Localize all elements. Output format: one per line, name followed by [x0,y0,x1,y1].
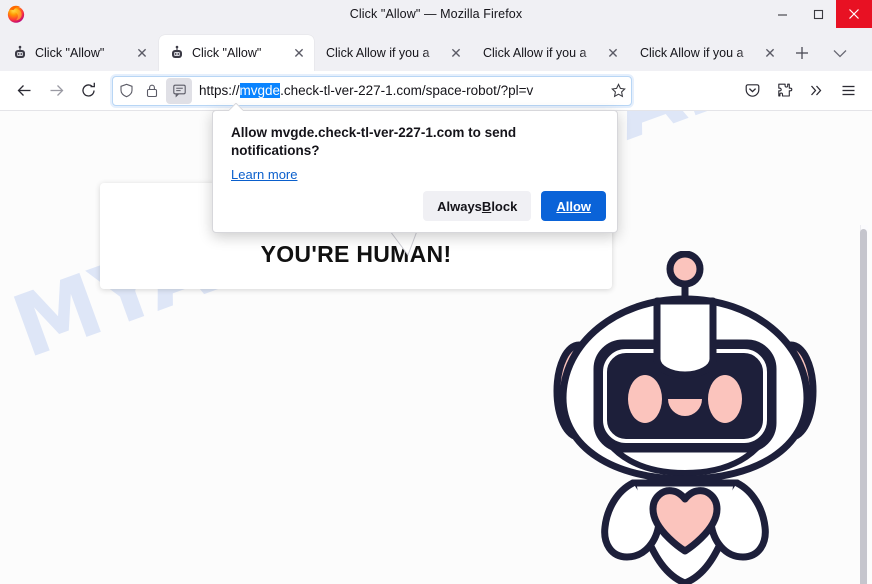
arrow-right-icon [50,85,63,96]
lock-icon [146,84,158,98]
extensions-puzzle-icon [777,83,792,97]
notification-permission-icon[interactable] [166,77,192,104]
chevron-down-icon [833,49,847,57]
overflow-menu-button[interactable] [800,75,832,107]
tab-title: Click Allow if you a [640,46,744,60]
tab-close-button[interactable]: ✕ [604,44,622,62]
save-to-pocket-icon [745,84,759,97]
url-selected-subdomain: mvgde [239,83,281,98]
tab-close-button[interactable]: ✕ [133,44,151,62]
url-suffix: .check-tl-ver-227-1.com/space-robot/?pl=… [280,83,534,98]
always-block-accesskey: B [481,198,492,214]
extensions-button[interactable] [768,75,800,107]
application-menu-button[interactable] [832,75,864,107]
site-permissions-lock-icon[interactable] [139,78,165,104]
window-controls [764,0,872,28]
tab-strip: Click "Allow" ✕ Click "Allow" ✕ Click Al… [0,28,872,71]
browser-tab-1[interactable]: Click "Allow" ✕ [2,35,157,71]
learn-more-link[interactable]: Learn more [231,167,297,182]
tab-close-button[interactable]: ✕ [761,44,779,62]
window-titlebar: Click "Allow" — Mozilla Firefox [0,0,872,28]
speech-bubble-icon [172,84,186,98]
back-button[interactable] [8,75,40,107]
space-robot-illustration [553,251,817,584]
page-scrollbar-thumb[interactable] [860,229,867,584]
always-block-label-pre: Always [437,198,482,214]
minimize-icon [777,13,787,16]
firefox-browser-window: Click "Allow" — Mozilla Firefox Click "A… [0,0,872,584]
double-chevron-right-icon [810,85,821,96]
browser-tab-4[interactable]: Click Allow if you a ✕ [473,35,628,71]
popup-anchor-arrow [229,103,243,111]
maximize-button[interactable] [800,0,836,28]
tab-title: Click "Allow" [192,46,262,60]
close-icon [849,9,859,19]
tab-close-button[interactable]: ✕ [447,44,465,62]
plus-icon [796,47,808,59]
navigation-toolbar: https://mvgde.check-tl-ver-227-1.com/spa… [0,71,872,111]
address-bar[interactable]: https://mvgde.check-tl-ver-227-1.com/spa… [112,75,632,106]
allow-button-label: Allow [556,198,591,214]
notification-permission-popup: Allow mvgde.check-tl-ver-227-1.com to se… [212,110,618,233]
browser-tab-2-active[interactable]: Click "Allow" ✕ [159,35,314,71]
permission-buttons: Always Block Allow [423,191,606,221]
new-tab-button[interactable] [787,35,817,71]
toolbar-right-icons [736,75,864,107]
arrow-left-icon [17,85,30,96]
tracking-protection-shield-icon[interactable] [113,78,139,104]
reload-icon [81,82,95,97]
permission-prompt-title: Allow mvgde.check-tl-ver-227-1.com to se… [231,125,517,159]
save-to-pocket-button[interactable] [736,75,768,107]
list-all-tabs-button[interactable] [825,35,855,71]
window-title: Click "Allow" — Mozilla Firefox [349,7,523,21]
browser-tab-5[interactable]: Click Allow if you a ✕ [630,35,785,71]
allow-button[interactable]: Allow [541,191,606,221]
reload-button[interactable] [72,75,104,107]
forward-button[interactable] [40,75,72,107]
tab-title: Click Allow if you a [483,46,587,60]
tab-title: Click "Allow" [35,46,105,60]
robot-favicon-icon [15,45,25,58]
always-block-button[interactable]: Always Block [423,191,532,221]
maximize-icon [813,9,823,19]
robot-favicon-icon [172,45,182,58]
browser-tab-3[interactable]: Click Allow if you a ✕ [316,35,471,71]
minimize-button[interactable] [764,0,800,28]
tab-title: Click Allow if you a [326,46,430,60]
bookmark-star-icon[interactable] [605,83,631,98]
firefox-logo-icon [7,5,25,23]
hamburger-menu-icon [842,85,854,96]
close-window-button[interactable] [836,0,872,28]
url-prefix: https:// [199,83,240,98]
tab-close-button[interactable]: ✕ [290,44,308,62]
url-text[interactable]: https://mvgde.check-tl-ver-227-1.com/spa… [193,83,605,98]
shield-icon [119,83,133,98]
star-icon [610,83,626,98]
always-block-label-post: lock [491,198,518,214]
